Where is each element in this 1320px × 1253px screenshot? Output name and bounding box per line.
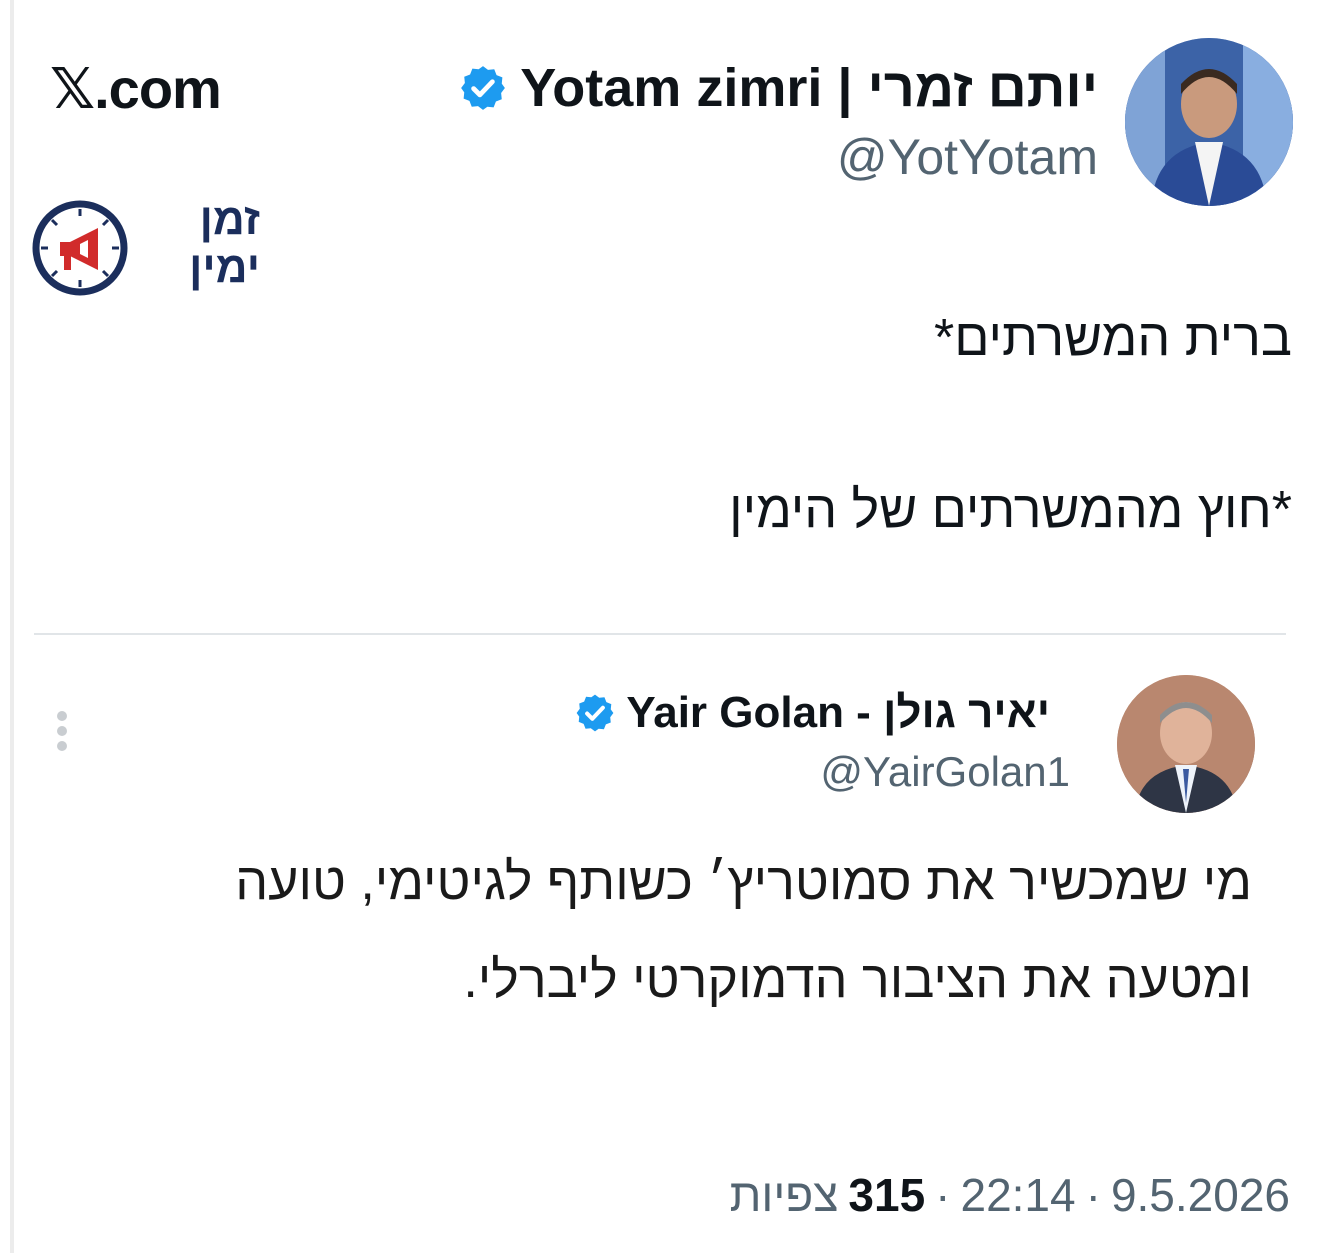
left-edge-rule xyxy=(10,0,14,1253)
author-avatar[interactable] xyxy=(1125,38,1293,206)
views-label: צפיות xyxy=(729,1169,839,1221)
author-handle[interactable]: @YotYotam xyxy=(837,128,1098,186)
post-date[interactable]: 9.5.2026 xyxy=(1111,1168,1290,1222)
channel-logo-text: זמן ימין xyxy=(168,196,260,292)
channel-logo-line1: זמן xyxy=(199,195,260,244)
quoted-author-line[interactable]: Yair Golan - יאיר גולן xyxy=(574,688,1050,738)
tweet-text-line-1: ברית המשרתים* xyxy=(934,309,1292,367)
avatar-photo xyxy=(1125,38,1293,206)
post-time[interactable]: 22:14 xyxy=(960,1168,1075,1222)
divider xyxy=(34,633,1286,635)
site-brand: 𝕏.com xyxy=(50,57,222,120)
clock-megaphone-icon xyxy=(32,200,128,296)
author-name[interactable]: Yotam zimri | יותם זמרי xyxy=(520,57,1098,119)
views-count[interactable]: 315 xyxy=(848,1168,925,1222)
author-line[interactable]: Yotam zimri | יותם זמרי xyxy=(458,56,1098,120)
meta-separator: · xyxy=(935,1169,951,1221)
quoted-author-handle[interactable]: @YairGolan1 xyxy=(820,748,1070,796)
meta-separator: · xyxy=(1085,1169,1101,1221)
tweet-text-line-2: *חוץ מהמשרתים של הימין xyxy=(729,481,1292,539)
quoted-text-line-1: מי שמכשיר את סמוטריץ׳ כשותף לגיטימי, טוע… xyxy=(235,853,1252,911)
tweet-meta: צפיות 315 · 22:14 · 9.5.2026 xyxy=(730,1168,1290,1222)
channel-logo-line2: ימין xyxy=(189,243,260,292)
quoted-author-avatar[interactable] xyxy=(1117,675,1255,813)
quoted-text-line-2: ומטעה את הציבור הדמוקרטי ליברלי. xyxy=(463,951,1252,1009)
quoted-author-name[interactable]: Yair Golan - יאיר גולן xyxy=(626,688,1050,738)
quoted-verified-badge-icon xyxy=(574,692,616,734)
quoted-avatar-photo xyxy=(1117,675,1255,813)
verified-badge-icon xyxy=(458,63,508,113)
more-options-icon[interactable] xyxy=(54,708,70,758)
channel-logo: זמן ימין xyxy=(32,196,260,300)
